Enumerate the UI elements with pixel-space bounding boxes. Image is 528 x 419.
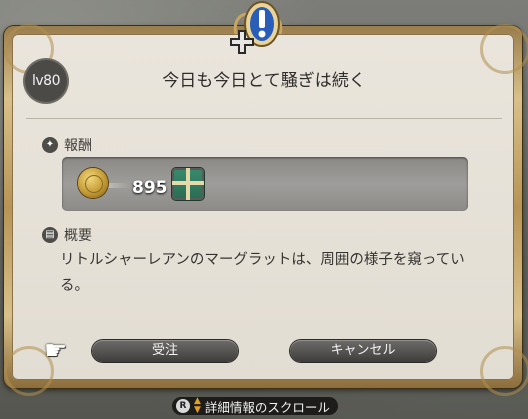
- scroll-hint: R ▲ ▼ 詳細情報のスクロール: [172, 397, 338, 415]
- gift-box-icon[interactable]: [172, 168, 204, 200]
- r-button-icon: R: [176, 399, 190, 413]
- rewards-label: 報酬: [64, 138, 92, 154]
- quest-title: 今日も今日とて騒ぎは続く: [162, 71, 366, 91]
- title-divider: [26, 118, 502, 119]
- gil-amount: 895: [132, 178, 168, 198]
- scroll-arrows-icon: ▲ ▼: [194, 396, 201, 415]
- book-icon: ▤: [42, 227, 58, 243]
- corner-ornament-bottom-right: [480, 346, 528, 396]
- cancel-button[interactable]: キャンセル: [290, 340, 436, 362]
- scroll-hint-text: 詳細情報のスクロール: [204, 399, 330, 415]
- reward-icon: ✦: [42, 137, 58, 153]
- summary-section-header: ▤ 概要: [42, 225, 92, 245]
- accept-button[interactable]: 受注: [92, 340, 238, 362]
- rewards-section-header: ✦ 報酬: [42, 135, 92, 155]
- summary-label: 概要: [64, 228, 92, 244]
- gil-coin-icon[interactable]: [78, 168, 108, 198]
- quest-summary-text: リトルシャーレアンのマーグラットは、周囲の様子を窺っている。: [60, 252, 465, 294]
- new-quest-icon: [230, 1, 283, 54]
- pointer-hand-icon: ☛: [44, 336, 68, 366]
